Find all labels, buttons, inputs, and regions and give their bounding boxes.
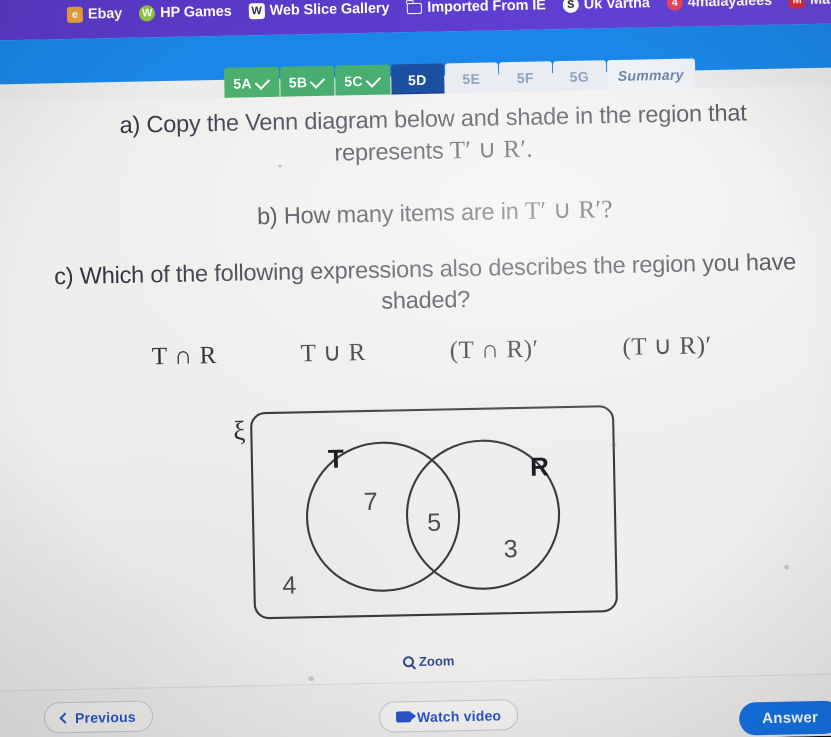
tab-label: 5C [344, 73, 363, 90]
bookmark-label: Ebay [87, 5, 123, 23]
tab-summary[interactable]: Summary [606, 58, 696, 93]
question-part-a-math: T′ ∪ R′. [449, 135, 534, 165]
option-t-intersect-r[interactable]: T ∩ R [152, 342, 218, 371]
bookmark-label: Imported From IE [427, 0, 546, 16]
venn-count-intersection: 5 [427, 509, 441, 537]
tab-label: 5D [407, 71, 427, 89]
video-camera-icon [395, 711, 412, 723]
bookmark-item-imported-from-ie[interactable]: Imported From IE [406, 0, 546, 16]
bookmark-label: 4malayalees [687, 0, 773, 11]
bookmark-label: Uk Vartha [583, 0, 650, 13]
question-part-b-text: b) How many items are in [256, 197, 526, 230]
browser-window: e Ebay W HP Games W Web Slice Gallery Im… [0, 0, 831, 737]
tab-5f[interactable]: 5F [498, 61, 553, 95]
tab-5g[interactable]: 5G [552, 60, 607, 94]
answer-options: T ∩ R T ∪ R (T ∩ R)′ (T ∪ R)′ [151, 330, 712, 371]
4malayalees-icon: 4 [666, 0, 683, 11]
check-icon [365, 71, 381, 88]
previous-label: Previous [74, 708, 136, 726]
magnifier-icon [402, 656, 415, 668]
bookmark-label: Manora [810, 0, 831, 8]
set-t-label: T [328, 444, 345, 474]
hp-games-icon: W [139, 5, 156, 22]
tab-label: 5G [569, 68, 590, 85]
screenshot-photo: e Ebay W HP Games W Web Slice Gallery Im… [0, 0, 831, 737]
worksheet-page: a) Copy the Venn diagram below and shade… [0, 85, 831, 737]
uk-vartha-icon: S [562, 0, 579, 14]
folder-icon [406, 0, 422, 16]
bookmark-item-hp-games[interactable]: W HP Games [139, 4, 232, 22]
watch-video-button[interactable]: Watch video [378, 699, 519, 733]
tab-label: 5E [462, 70, 481, 88]
answer-button[interactable]: Answer [738, 700, 831, 736]
ebay-icon: e [66, 6, 84, 23]
footer-bar: Previous Watch video Answer [0, 673, 831, 737]
tab-label: 5F [516, 69, 534, 86]
bookmark-item-manorama[interactable]: M Manora [788, 0, 831, 9]
option-t-intersect-r-complement[interactable]: (T ∩ R)′ [449, 336, 539, 366]
web-slice-gallery-icon: W [248, 3, 265, 20]
check-icon [309, 72, 326, 89]
zoom-label: Zoom [418, 653, 455, 670]
set-r-label: R [530, 451, 550, 481]
venn-count-r-only: 3 [503, 535, 517, 563]
manorama-icon: M [788, 0, 806, 9]
zoom-control[interactable]: Zoom [402, 653, 455, 670]
question-part-c: c) Which of the following expressions al… [53, 248, 797, 314]
chevron-left-icon [59, 711, 71, 724]
tab-5a[interactable]: 5A [224, 66, 280, 100]
check-icon [254, 73, 270, 90]
bookmark-label: HP Games [160, 3, 232, 22]
venn-diagram: ξ T R 7 5 3 4 [229, 400, 633, 633]
bookmark-item-4malayalees[interactable]: 4 4malayalees [666, 0, 773, 11]
tab-5c[interactable]: 5C [334, 64, 391, 98]
tab-5e[interactable]: 5E [444, 62, 499, 96]
venn-count-t-only: 7 [363, 488, 377, 516]
option-t-union-r[interactable]: T ∪ R [300, 337, 366, 368]
tab-label: Summary [617, 66, 684, 84]
question-part-a: a) Copy the Venn diagram below and shade… [69, 96, 798, 175]
option-t-union-r-complement[interactable]: (T ∪ R)′ [622, 330, 712, 362]
tab-label: 5A [233, 75, 252, 92]
question-part-b-math: T′ ∪ R′? [524, 196, 614, 225]
tab-label: 5B [288, 74, 308, 91]
bookmark-item-uk-vartha[interactable]: S Uk Vartha [562, 0, 650, 14]
bookmark-item-ebay[interactable]: e Ebay [66, 5, 123, 23]
venn-count-outside: 4 [282, 571, 297, 599]
question-part-b: b) How many items are in T′ ∪ R′? [71, 189, 800, 237]
tab-5b[interactable]: 5B [279, 65, 335, 99]
question-part-a-text: a) Copy the Venn diagram below and shade… [119, 99, 747, 166]
venn-diagram-svg: T R 7 5 3 4 [250, 405, 618, 620]
bookmark-label: Web Slice Gallery [269, 0, 390, 19]
bookmark-item-web-slice-gallery[interactable]: W Web Slice Gallery [248, 0, 390, 20]
previous-button[interactable]: Previous [43, 700, 154, 734]
watch-video-label: Watch video [416, 706, 502, 725]
universal-set-symbol: ξ [233, 415, 246, 446]
tab-5d[interactable]: 5D [390, 63, 445, 97]
